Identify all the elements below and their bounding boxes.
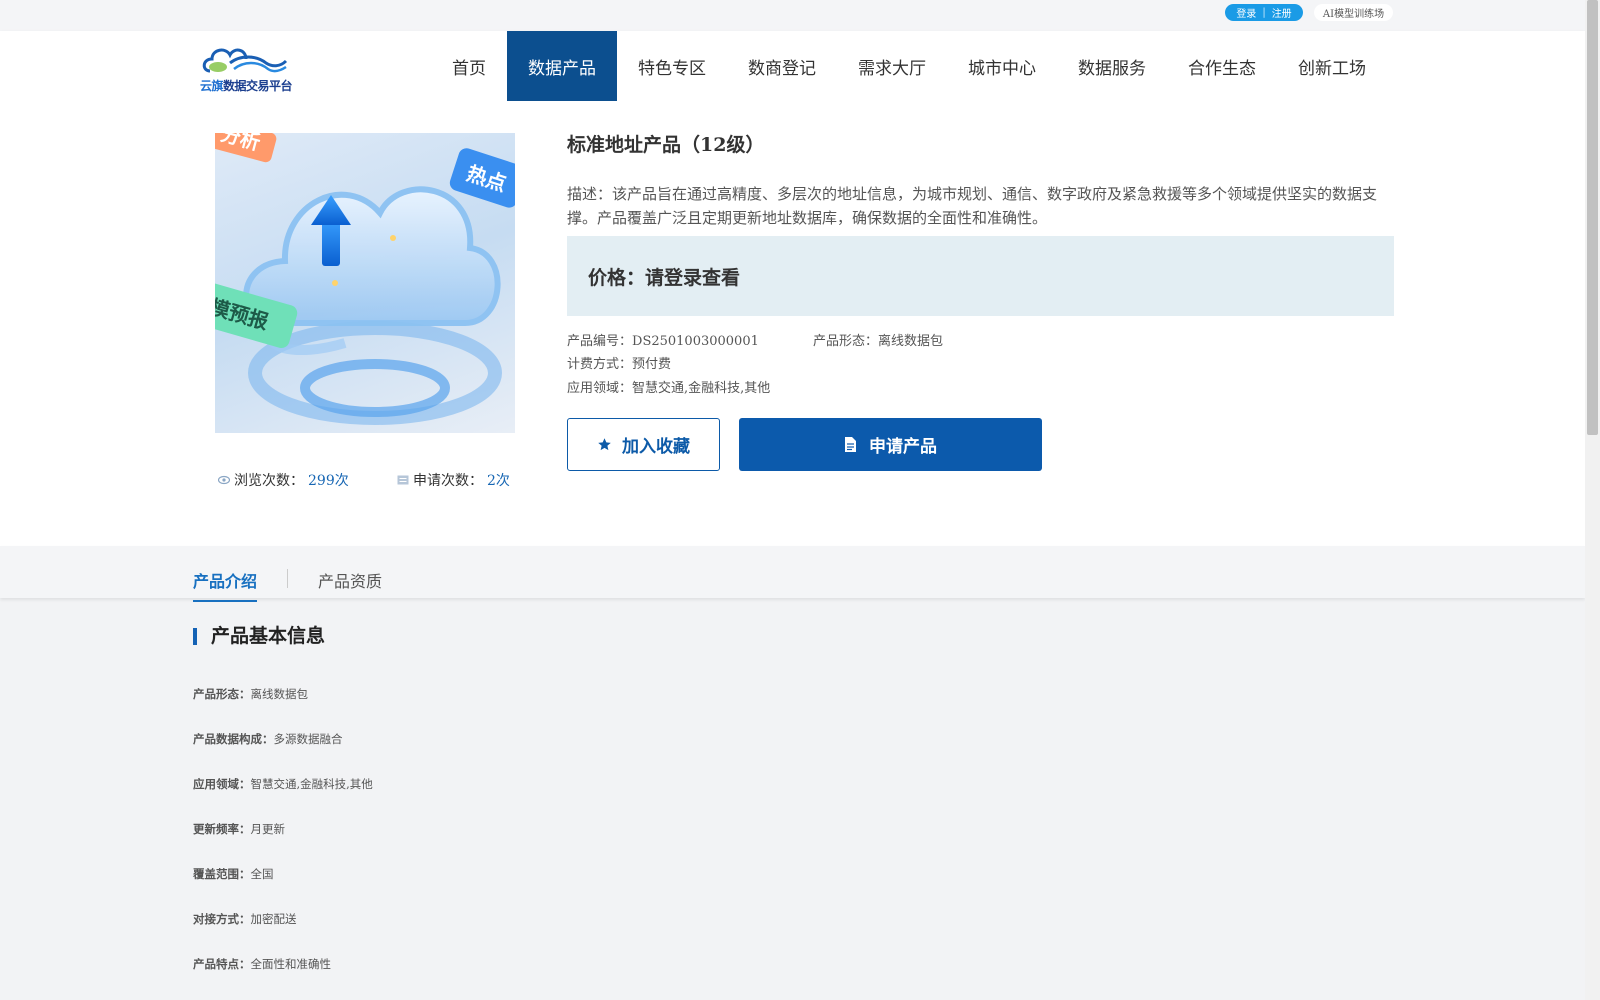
view-count-label: 浏览次数：	[234, 473, 304, 489]
scrollbar-thumb[interactable]	[1587, 0, 1598, 435]
logo-text: 云旗数据交易平台	[200, 77, 293, 94]
logo-text-brand: 云旗	[200, 79, 224, 93]
info-row-integration-method: 对接方式：加密配送	[193, 911, 297, 927]
tab-product-qualification[interactable]: 产品资质	[318, 568, 382, 600]
info-label: 产品特点：	[193, 957, 251, 971]
product-tabs: 产品介绍 产品资质	[0, 546, 1585, 602]
document-icon	[845, 437, 856, 452]
product-code: 产品编号：DS2501003000001	[567, 330, 759, 349]
nav-item-data-services[interactable]: 数据服务	[1057, 31, 1167, 101]
billing-method-value: 预付费	[632, 357, 672, 372]
cloud-upload-illustration: 分析 热点 模预报	[215, 133, 515, 425]
main-header: 云旗数据交易平台 首页 数据产品 特色专区 数商登记 需求大厅 城市中心 数据服…	[0, 31, 1585, 102]
info-label: 应用领域：	[193, 777, 251, 791]
nav-item-innovation-workshop[interactable]: 创新工场	[1277, 31, 1387, 101]
add-favorite-label: 加入收藏	[622, 437, 690, 457]
tab-divider	[287, 569, 288, 588]
info-value: 全国	[250, 867, 274, 881]
tab-product-intro[interactable]: 产品介绍	[193, 568, 258, 602]
nav-item-featured-zone[interactable]: 特色专区	[617, 31, 727, 101]
product-code-label: 产品编号：	[567, 334, 633, 349]
product-title: 标准地址产品（12级）	[567, 134, 765, 156]
apply-count: 申请次数： 2次	[397, 470, 510, 490]
ai-training-link[interactable]: AI模型训练场	[1314, 4, 1393, 21]
info-value: 多源数据融合	[273, 732, 343, 746]
application-domain-label: 应用领域：	[567, 381, 633, 396]
product-form-label: 产品形态：	[813, 334, 879, 349]
info-value: 离线数据包	[250, 687, 309, 701]
register-link[interactable]: 注册	[1272, 5, 1292, 20]
product-form-value: 离线数据包	[878, 334, 944, 349]
login-separator: |	[1262, 7, 1266, 18]
apply-product-label: 申请产品	[869, 437, 937, 457]
apply-count-label: 申请次数：	[413, 473, 483, 489]
info-row-data-composition: 产品数据构成：多源数据融合	[193, 731, 343, 747]
product-form: 产品形态：离线数据包	[813, 330, 943, 349]
info-label: 对接方式：	[193, 912, 251, 926]
form-icon	[397, 475, 409, 485]
nav-item-city-center[interactable]: 城市中心	[947, 31, 1057, 101]
main-nav: 首页 数据产品 特色专区 数商登记 需求大厅 城市中心 数据服务 合作生态 创新…	[431, 31, 1387, 101]
star-icon	[598, 438, 611, 451]
logo-text-platform: 数据交易平台	[223, 79, 293, 93]
application-domain-value: 智慧交通,金融科技,其他	[632, 381, 771, 396]
info-label: 产品形态：	[193, 687, 251, 701]
top-utility-bar: 登录 | 注册 AI模型训练场	[0, 0, 1585, 31]
apply-count-value: 2次	[487, 473, 510, 489]
product-description: 描述：该产品旨在通过高精度、多层次的地址信息，为城市规划、通信、数字政府及紧急救…	[567, 185, 1378, 227]
info-label: 更新频率：	[193, 822, 251, 836]
login-register-pill: 登录 | 注册	[1225, 4, 1303, 21]
product-image: 分析 热点 模预报	[215, 133, 515, 433]
info-row-product-form: 产品形态：离线数据包	[193, 686, 308, 702]
view-count: 浏览次数： 299次	[218, 470, 349, 490]
billing-method: 计费方式：预付费	[567, 353, 671, 372]
info-value: 全面性和准确性	[250, 957, 332, 971]
info-value: 智慧交通,金融科技,其他	[250, 777, 373, 791]
info-label: 产品数据构成：	[193, 732, 274, 746]
nav-item-home[interactable]: 首页	[431, 31, 507, 101]
product-code-value: DS2501003000001	[632, 334, 759, 349]
info-row-coverage: 覆盖范围：全国	[193, 866, 274, 882]
login-link[interactable]: 登录	[1236, 5, 1256, 20]
nav-item-merchant-registration[interactable]: 数商登记	[727, 31, 837, 101]
price-text: 价格：请登录查看	[588, 266, 741, 289]
product-detail-section: 分析 热点 模预报 浏览次数： 299次 申请次数： 2次 标准地址产品（12级） …	[0, 102, 1585, 546]
nav-item-partner-ecosystem[interactable]: 合作生态	[1167, 31, 1277, 101]
nav-item-demand-hall[interactable]: 需求大厅	[837, 31, 947, 101]
info-value: 月更新	[250, 822, 286, 836]
apply-product-button[interactable]: 申请产品	[739, 418, 1042, 471]
price-box: 价格：请登录查看	[567, 236, 1394, 316]
info-row-update-frequency: 更新频率：月更新	[193, 821, 285, 837]
nav-item-data-products[interactable]: 数据产品	[507, 31, 617, 101]
info-row-product-features: 产品特点：全面性和准确性	[193, 956, 331, 972]
view-count-value: 299次	[308, 473, 349, 489]
billing-method-label: 计费方式：	[567, 357, 633, 372]
info-value: 加密配送	[250, 912, 297, 926]
basic-info-title: 产品基本信息	[193, 627, 325, 646]
add-favorite-button[interactable]: 加入收藏	[567, 418, 720, 471]
info-label: 覆盖范围：	[193, 867, 251, 881]
site-logo[interactable]: 云旗数据交易平台	[200, 41, 296, 95]
eye-icon	[218, 475, 230, 485]
application-domain: 应用领域：智慧交通,金融科技,其他	[567, 377, 770, 396]
cloud-logo-icon	[202, 48, 288, 73]
info-row-application-domain: 应用领域：智慧交通,金融科技,其他	[193, 776, 373, 792]
